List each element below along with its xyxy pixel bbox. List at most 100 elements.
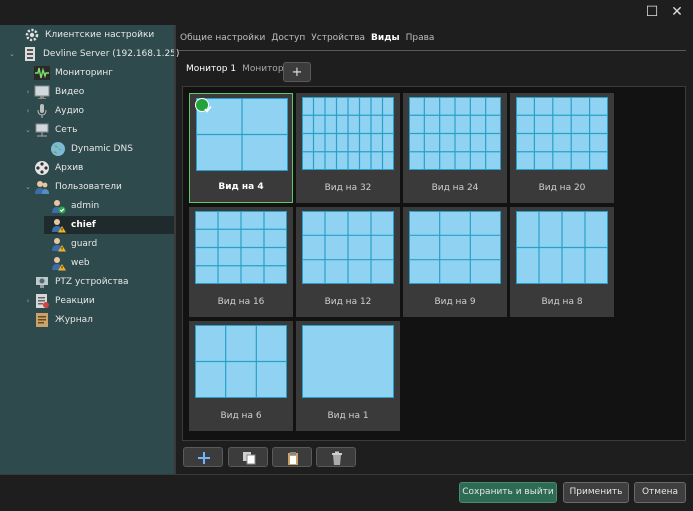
tree-item-users[interactable]: ⌄ Пользователи xyxy=(24,178,122,196)
expand-icon[interactable]: › xyxy=(24,88,32,96)
layout-preview xyxy=(302,97,394,170)
tree-item-label: web xyxy=(71,258,90,268)
expand-icon[interactable]: › xyxy=(24,107,32,115)
view-label: Вид на 20 xyxy=(538,183,586,193)
view-label: Вид на 1 xyxy=(327,411,369,421)
layout-preview xyxy=(302,211,394,284)
collapse-icon[interactable]: ⌄ xyxy=(8,50,16,58)
tree-item-archive[interactable]: Архив xyxy=(34,159,83,177)
tab-rights[interactable]: Права xyxy=(406,33,435,47)
user-warning-icon xyxy=(52,219,66,233)
view-card-12[interactable]: Вид на 12 xyxy=(296,207,400,317)
microphone-icon xyxy=(37,104,47,118)
tree-item-ptz[interactable]: PTZ устройства xyxy=(34,273,129,291)
view-card-1[interactable]: Вид на 1 xyxy=(296,321,400,431)
settings-tree: Клиентские настройки ⌄ Devline Server (1… xyxy=(0,25,179,474)
tree-item-label: Видео xyxy=(55,87,85,97)
reactions-icon xyxy=(36,294,49,308)
user-warning-icon xyxy=(52,257,66,271)
view-card-32[interactable]: Вид на 32 xyxy=(296,93,400,203)
view-label: Вид на 12 xyxy=(324,297,372,307)
views-panel: Вид на 4 Вид на 32 Вид на 24 Вид на 20 В… xyxy=(182,86,686,441)
footer-divider xyxy=(0,474,693,475)
tree-item-journal[interactable]: Журнал xyxy=(34,311,93,329)
view-label: Вид на 6 xyxy=(220,411,262,421)
tab-devices[interactable]: Устройства xyxy=(311,33,365,47)
tree-item-audio[interactable]: › Аудио xyxy=(24,102,84,120)
collapse-icon[interactable]: ⌄ xyxy=(24,183,32,191)
check-icon xyxy=(195,98,212,113)
ptz-camera-icon xyxy=(36,277,48,288)
view-card-8[interactable]: Вид на 8 xyxy=(510,207,614,317)
expand-icon[interactable]: › xyxy=(24,297,32,305)
copy-view-button[interactable] xyxy=(228,447,268,467)
tree-item-user-guard[interactable]: guard xyxy=(50,235,97,253)
panel-divider[interactable] xyxy=(174,25,176,474)
view-card-16[interactable]: Вид на 16 xyxy=(189,207,293,317)
view-label: Вид на 4 xyxy=(218,182,264,192)
layout-preview xyxy=(409,211,501,284)
tab-general[interactable]: Общие настройки xyxy=(180,33,265,47)
tree-item-monitoring[interactable]: Мониторинг xyxy=(34,64,113,82)
tree-item-user-chief[interactable]: chief xyxy=(44,216,174,234)
view-card-9[interactable]: Вид на 9 xyxy=(403,207,507,317)
layout-preview xyxy=(195,211,287,284)
add-view-button[interactable] xyxy=(183,447,223,467)
tree-item-server[interactable]: ⌄ Devline Server (192.168.1.25) xyxy=(8,45,179,63)
layout-preview xyxy=(516,211,608,284)
plus-icon xyxy=(198,452,210,464)
apply-button[interactable]: Применить xyxy=(563,482,629,503)
tree-item-video[interactable]: › Видео xyxy=(24,83,84,101)
tree-item-dynamic-dns[interactable]: Dynamic DNS xyxy=(50,140,133,158)
tree-item-label: Мониторинг xyxy=(55,68,113,78)
collapse-icon[interactable]: ⌄ xyxy=(24,126,32,134)
network-icon xyxy=(35,123,49,137)
maximize-icon[interactable]: ☐ xyxy=(642,3,662,21)
save-exit-button[interactable]: Сохранить и выйти xyxy=(459,482,557,503)
tree-item-label: admin xyxy=(71,201,100,211)
tree-item-reactions[interactable]: › Реакции xyxy=(24,292,95,310)
journal-icon xyxy=(36,313,48,327)
users-icon xyxy=(35,181,49,194)
paste-view-button[interactable] xyxy=(272,447,312,467)
gear-icon xyxy=(25,28,39,42)
tree-item-label: Реакции xyxy=(55,296,95,306)
tree-item-label: Журнал xyxy=(55,315,93,325)
layout-preview xyxy=(195,325,287,398)
layout-preview xyxy=(516,97,608,170)
title-bar: ☐ ✕ xyxy=(0,0,693,25)
tree-item-label: Клиентские настройки xyxy=(45,30,155,40)
tree-item-user-admin[interactable]: admin xyxy=(50,197,99,215)
clipboard-icon xyxy=(288,452,298,465)
film-reel-icon xyxy=(35,161,49,175)
monitor-tabs: Монитор 1 Монитор 2 xyxy=(186,64,298,74)
view-label: Вид на 24 xyxy=(431,183,479,193)
view-card-4[interactable]: Вид на 4 xyxy=(189,93,293,203)
view-card-6[interactable]: Вид на 6 xyxy=(189,321,293,431)
layout-preview xyxy=(302,325,394,398)
layout-preview xyxy=(409,97,501,170)
add-monitor-button[interactable]: + xyxy=(283,62,311,82)
settings-tabs: Общие настройки Доступ Устройства Виды П… xyxy=(180,33,440,47)
close-icon[interactable]: ✕ xyxy=(667,3,687,21)
delete-view-button[interactable] xyxy=(316,447,356,467)
tabs-divider xyxy=(178,50,686,51)
tree-item-label: Аудио xyxy=(55,106,85,116)
view-card-20[interactable]: Вид на 20 xyxy=(510,93,614,203)
globe-icon xyxy=(51,142,65,156)
cancel-button[interactable]: Отмена xyxy=(634,482,686,503)
waveform-icon xyxy=(34,66,50,80)
view-card-24[interactable]: Вид на 24 xyxy=(403,93,507,203)
copy-icon xyxy=(243,452,256,465)
tree-item-network[interactable]: ⌄ Сеть xyxy=(24,121,77,139)
tab-monitor-1[interactable]: Монитор 1 xyxy=(186,64,236,74)
view-label: Вид на 32 xyxy=(324,183,372,193)
tab-access[interactable]: Доступ xyxy=(271,33,305,47)
tab-views[interactable]: Виды xyxy=(371,33,400,47)
view-label: Вид на 16 xyxy=(217,297,265,307)
tree-item-client-settings[interactable]: Клиентские настройки xyxy=(24,26,154,44)
tree-item-user-web[interactable]: web xyxy=(50,254,90,272)
tree-item-label: Архив xyxy=(55,163,84,173)
view-label: Вид на 9 xyxy=(434,297,476,307)
monitor-icon xyxy=(34,85,50,99)
